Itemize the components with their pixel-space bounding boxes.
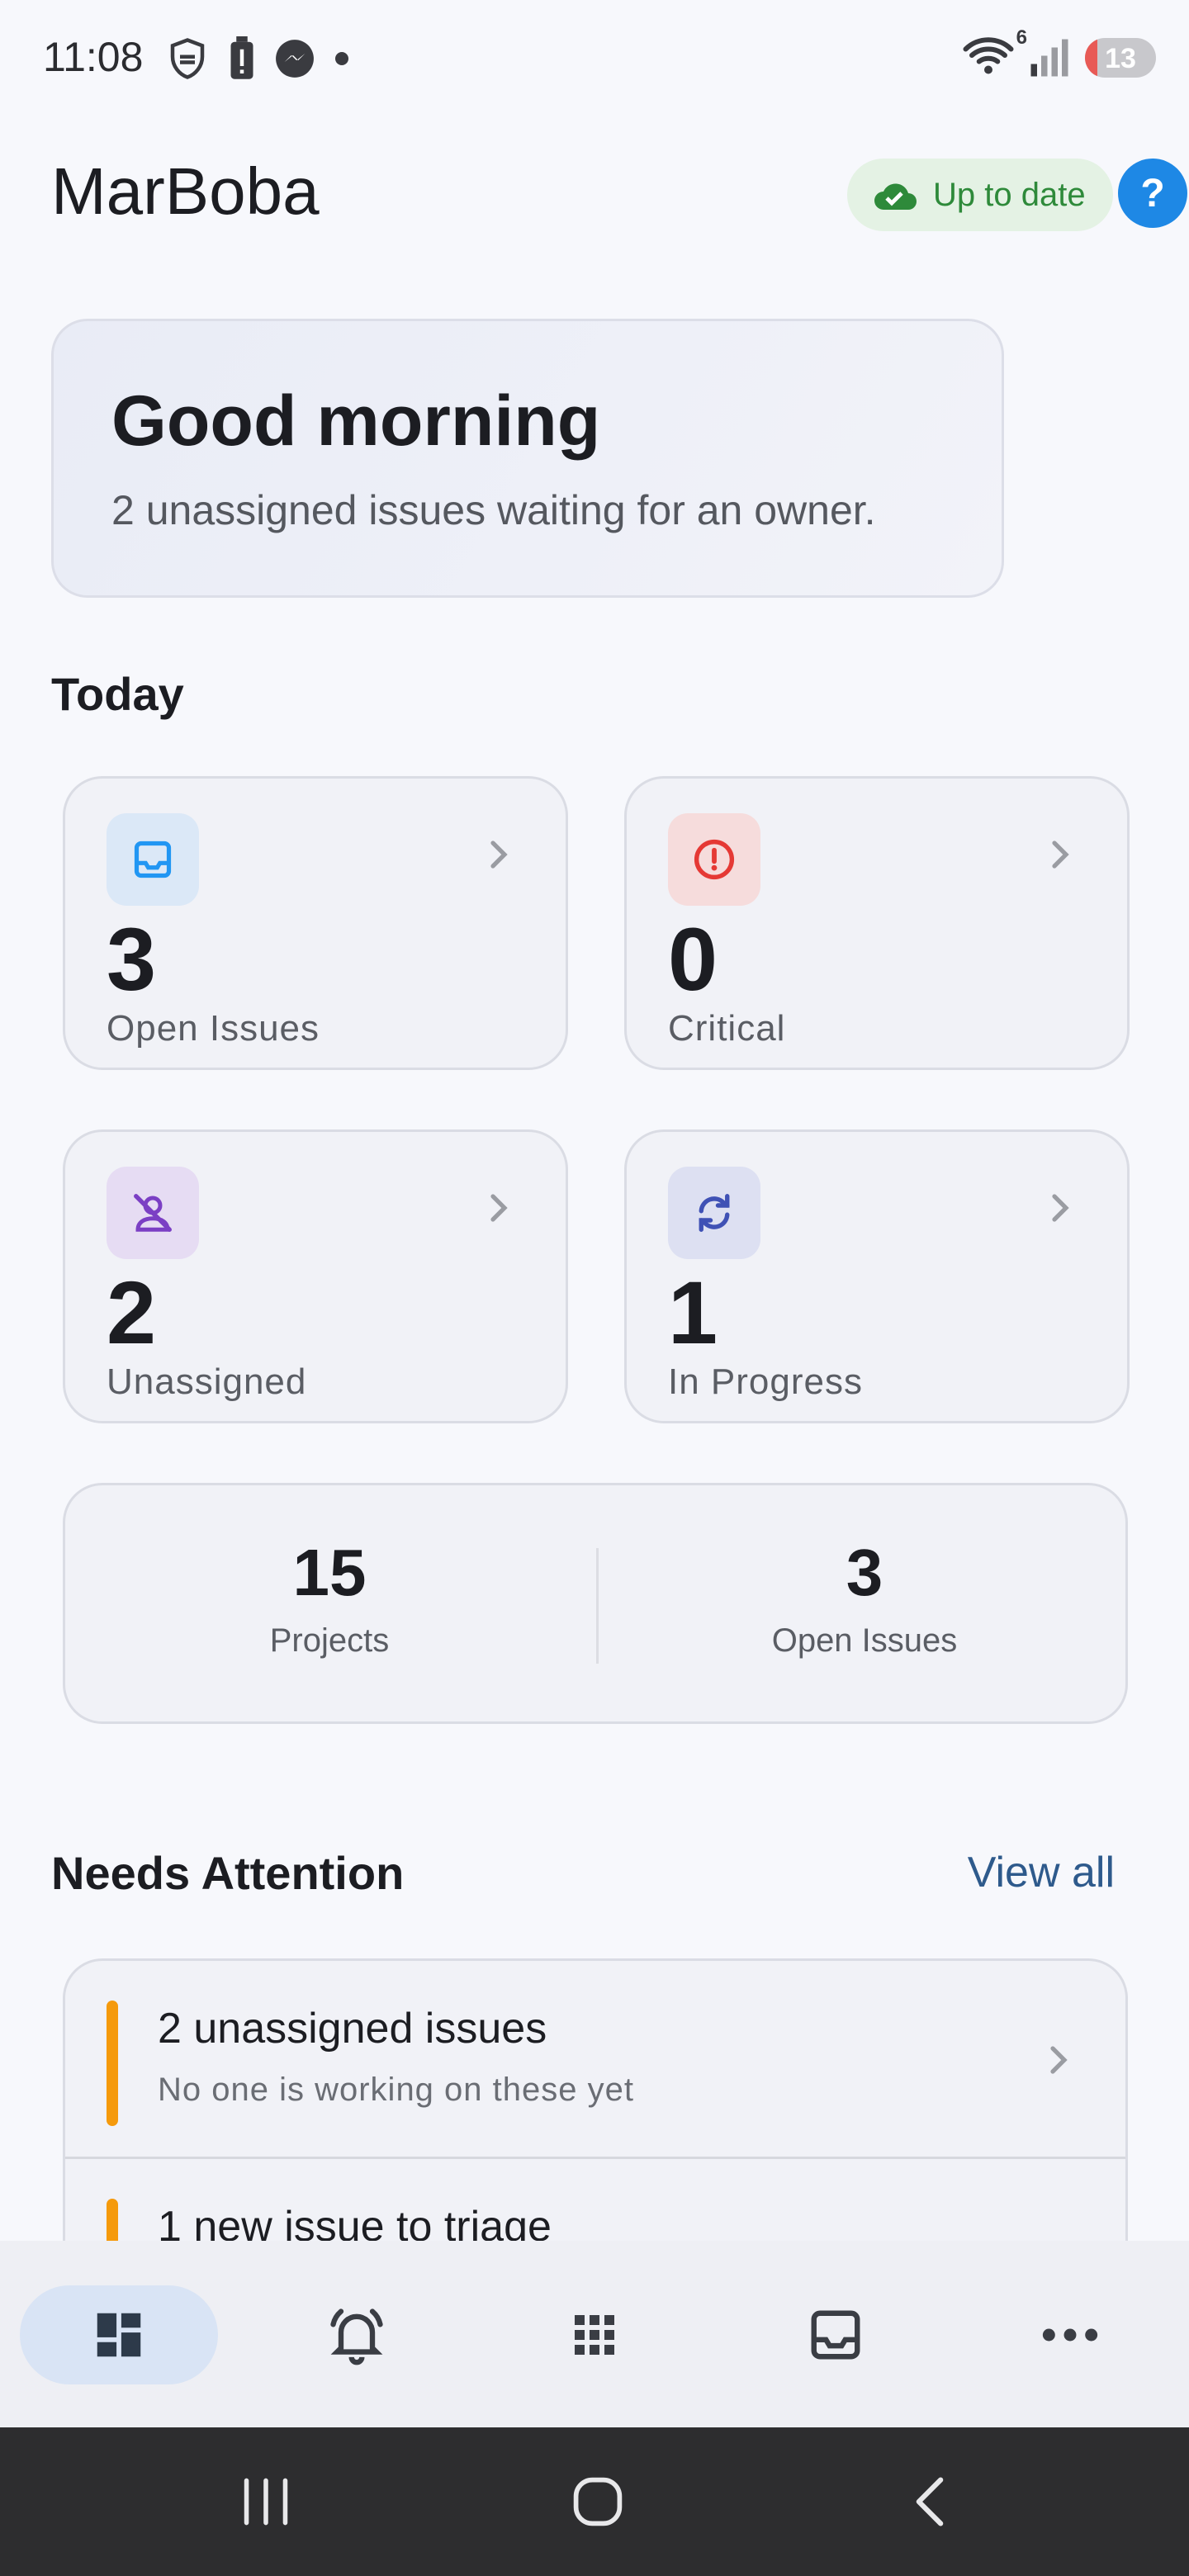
battery-level: 13 xyxy=(1105,42,1136,74)
greeting-card: Good morning 2 unassigned issues waiting… xyxy=(51,319,1004,598)
status-notification-icons xyxy=(165,36,350,81)
greeting-title: Good morning xyxy=(111,381,601,461)
person-off-icon xyxy=(134,1194,172,1232)
summary-open-value: 3 xyxy=(846,1536,883,1609)
stat-label: In Progress xyxy=(668,1361,863,1402)
messenger-icon xyxy=(276,40,314,78)
bottom-navigation xyxy=(0,2241,1189,2427)
apps-grid-icon xyxy=(575,2315,614,2355)
inbox-icon xyxy=(811,2310,860,2360)
stat-icon-box xyxy=(668,813,760,906)
sync-status-label: Up to date xyxy=(933,176,1086,213)
recent-apps-button[interactable] xyxy=(216,2469,315,2535)
chevron-right-icon xyxy=(490,1194,508,1222)
stat-label: Critical xyxy=(668,1008,786,1049)
summary-projects-value: 15 xyxy=(292,1536,367,1609)
greeting-subtitle: 2 unassigned issues waiting for an owner… xyxy=(111,487,876,533)
nav-apps[interactable] xyxy=(495,2285,694,2384)
home-icon xyxy=(573,2477,623,2526)
stat-card-unassigned[interactable]: 2 Unassigned xyxy=(63,1129,568,1423)
wifi-icon: 6 xyxy=(963,26,1027,80)
nav-notifications[interactable] xyxy=(258,2285,456,2384)
summary-card: 15 Projects 3 Open Issues xyxy=(63,1483,1128,1724)
more-horizontal-icon xyxy=(1042,2328,1098,2342)
summary-projects[interactable]: 15 Projects xyxy=(65,1535,594,1660)
home-button[interactable] xyxy=(548,2469,647,2535)
stat-card-in-progress[interactable]: 1 In Progress xyxy=(624,1129,1130,1423)
chevron-right-icon xyxy=(1050,2046,1068,2074)
back-icon xyxy=(916,2477,944,2526)
nav-inbox[interactable] xyxy=(737,2285,935,2384)
status-time: 11:08 xyxy=(43,34,144,80)
app-title: MarBoba xyxy=(51,154,320,228)
today-heading: Today xyxy=(51,668,184,720)
status-bar: 11:08 6 13 xyxy=(0,0,1189,112)
attention-item-subtitle: No one is working on these yet xyxy=(158,2072,634,2108)
dashboard-icon xyxy=(97,2313,141,2357)
attention-accent-bar xyxy=(107,2001,118,2126)
stat-icon-box xyxy=(107,1167,199,1259)
stat-value: 2 xyxy=(107,1262,157,1362)
summary-projects-label: Projects xyxy=(269,1622,390,1659)
dot-icon xyxy=(335,52,348,65)
recent-apps-icon xyxy=(244,2478,288,2526)
battery-indicator: 13 xyxy=(1085,37,1156,78)
stat-value: 1 xyxy=(668,1262,718,1362)
sync-status-badge[interactable]: Up to date xyxy=(847,159,1113,231)
alert-circle-icon xyxy=(694,839,735,880)
nav-more[interactable] xyxy=(971,2285,1169,2384)
stat-icon-box xyxy=(107,813,199,906)
signal-icon xyxy=(1030,39,1068,76)
needs-attention-heading: Needs Attention xyxy=(51,1847,405,1899)
status-system-icons: 6 13 xyxy=(963,26,1156,80)
chevron-right-icon xyxy=(490,841,508,869)
system-navigation-bar xyxy=(0,2427,1189,2576)
chevron-right-icon xyxy=(1052,1194,1069,1222)
back-button[interactable] xyxy=(880,2469,979,2535)
shield-app-icon xyxy=(170,38,205,79)
stat-icon-box xyxy=(668,1167,760,1259)
view-all-link[interactable]: View all xyxy=(968,1848,1115,1897)
summary-divider xyxy=(596,1548,599,1664)
stat-card-open-issues[interactable]: 3 Open Issues xyxy=(63,776,568,1070)
attention-item[interactable]: 2 unassigned issues No one is working on… xyxy=(65,1961,1125,2159)
stat-card-critical[interactable]: 0 Critical xyxy=(624,776,1130,1070)
stat-value: 0 xyxy=(668,909,718,1009)
notifications-icon xyxy=(330,2308,383,2365)
help-button[interactable]: ? xyxy=(1118,159,1187,228)
cloud-done-icon xyxy=(874,183,917,210)
summary-open-issues[interactable]: 3 Open Issues xyxy=(600,1535,1129,1660)
inbox-icon xyxy=(134,841,172,878)
stat-value: 3 xyxy=(107,909,157,1009)
battery-alert-icon xyxy=(230,36,253,79)
stat-label: Unassigned xyxy=(107,1361,307,1402)
nav-dashboard[interactable] xyxy=(20,2285,218,2384)
sync-icon xyxy=(699,1194,730,1232)
summary-open-label: Open Issues xyxy=(771,1622,958,1659)
stat-label: Open Issues xyxy=(107,1008,320,1049)
chevron-right-icon xyxy=(1052,841,1069,869)
wifi-label: 6 xyxy=(1016,26,1027,49)
attention-item-title: 2 unassigned issues xyxy=(158,2005,547,2053)
